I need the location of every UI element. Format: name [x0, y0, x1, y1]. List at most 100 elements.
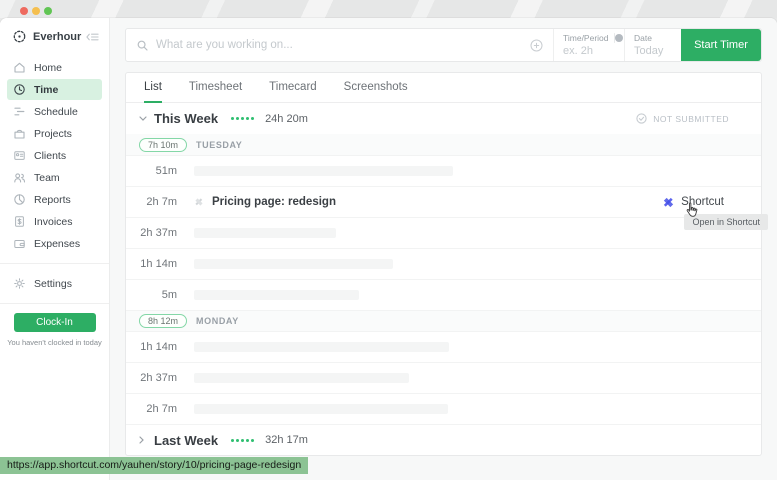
- team-icon: [13, 171, 26, 184]
- view-tabs: List Timesheet Timecard Screenshots: [126, 73, 761, 103]
- search-icon: [136, 39, 149, 52]
- time-entry-row[interactable]: 2h 37m: [126, 362, 761, 393]
- clock-in-button[interactable]: Clock-In: [13, 313, 96, 332]
- close-window-button[interactable]: [20, 7, 28, 15]
- entry-title: Pricing page: redesign: [212, 196, 336, 208]
- time-entry-row[interactable]: 2h 7m: [126, 393, 761, 424]
- timer-toolbar: Time/Period ex. 2h Date Today Start Time…: [125, 28, 762, 62]
- expenses-icon: [13, 237, 26, 250]
- projects-icon: [13, 127, 26, 140]
- entry-duration: 1h 14m: [140, 258, 177, 270]
- sidebar-item-label: Reports: [34, 193, 71, 206]
- week-group-last-week[interactable]: Last Week 32h 17m: [126, 424, 761, 455]
- window-titlebar: [0, 0, 777, 18]
- sidebar-item-label: Home: [34, 61, 63, 74]
- sidebar-item-label: Team: [34, 171, 60, 184]
- time-entry-row[interactable]: 1h 14m: [126, 331, 761, 362]
- day-header-monday: 8h 12m MONDAY: [126, 310, 761, 331]
- tab-screenshots[interactable]: Screenshots: [344, 73, 408, 103]
- sidebar-item-home[interactable]: Home: [7, 57, 102, 78]
- sidebar: Everhour Home Time Schedule Projects Cli…: [0, 18, 110, 480]
- sidebar-item-reports[interactable]: Reports: [7, 189, 102, 210]
- brand: Everhour: [0, 30, 109, 43]
- task-search-input[interactable]: [156, 39, 530, 51]
- time-entry-row-pricing-page[interactable]: 2h 7m Pricing page: redesign Shortcut Op…: [126, 186, 768, 230]
- minimize-window-button[interactable]: [32, 7, 40, 15]
- time-list-card: List Timesheet Timecard Screenshots This…: [125, 72, 768, 456]
- entry-placeholder-bar: [194, 373, 409, 383]
- time-entry-row[interactable]: 51m: [126, 155, 761, 186]
- entry-placeholder-bar: [194, 342, 449, 352]
- task-search: [126, 29, 553, 61]
- time-period-field[interactable]: Time/Period ex. 2h: [554, 29, 624, 61]
- week-activity-dots: [231, 117, 256, 120]
- traffic-lights: [20, 7, 52, 15]
- entry-placeholder-bar: [194, 259, 393, 269]
- sidebar-item-team[interactable]: Team: [7, 167, 102, 188]
- time-entry-row[interactable]: 1h 14m: [126, 248, 761, 279]
- main-area: Time/Period ex. 2h Date Today Start Time…: [110, 18, 777, 480]
- entry-duration: 2h 7m: [146, 196, 177, 208]
- sidebar-item-settings[interactable]: Settings: [7, 273, 102, 294]
- home-icon: [13, 61, 26, 74]
- week-total: 32h 17m: [265, 434, 308, 446]
- sidebar-item-projects[interactable]: Projects: [7, 123, 102, 144]
- sidebar-item-label: Expenses: [34, 237, 81, 250]
- week-title: Last Week: [154, 432, 219, 448]
- sidebar-item-time[interactable]: Time: [7, 79, 102, 100]
- sidebar-item-schedule[interactable]: Schedule: [7, 101, 102, 122]
- entry-placeholder-bar: [194, 228, 336, 238]
- entry-duration: 1h 14m: [140, 341, 177, 353]
- clock-in-note: You haven't clocked in today: [7, 338, 102, 347]
- week-total: 24h 20m: [265, 112, 308, 125]
- time-period-toggle[interactable]: [613, 33, 623, 43]
- chevron-down-icon: [139, 116, 147, 121]
- entry-placeholder-bar: [194, 404, 448, 414]
- app-window: Everhour Home Time Schedule Projects Cli…: [0, 18, 777, 480]
- clients-icon: [13, 149, 26, 162]
- day-name: MONDAY: [196, 316, 239, 326]
- shortcut-logo-icon: [662, 196, 675, 209]
- tab-list[interactable]: List: [144, 73, 162, 103]
- week-activity-dots: [231, 438, 256, 442]
- zoom-window-button[interactable]: [44, 7, 52, 15]
- day-name: TUESDAY: [196, 139, 243, 150]
- date-field[interactable]: Date Today: [625, 29, 681, 61]
- invoices-icon: [13, 215, 26, 228]
- entry-placeholder-bar: [194, 290, 359, 300]
- tab-timesheet[interactable]: Timesheet: [189, 73, 242, 103]
- day-header-tuesday: 7h 10m TUESDAY: [126, 134, 761, 155]
- time-period-label: Time/Period: [563, 33, 609, 43]
- shortcut-story-icon-muted: [194, 197, 204, 207]
- mouse-cursor-hand-icon: [685, 202, 700, 224]
- sidebar-item-label: Settings: [34, 277, 72, 290]
- time-entry-row[interactable]: 2h 37m: [126, 217, 761, 248]
- add-task-icon[interactable]: [530, 39, 543, 52]
- sidebar-item-label: Invoices: [34, 215, 73, 228]
- sidebar-divider: [0, 303, 109, 304]
- brand-name: Everhour: [33, 30, 82, 43]
- toggle-knob: [614, 34, 623, 42]
- submission-status: NOT SUBMITTED: [635, 112, 729, 125]
- time-entry-row[interactable]: 5m: [126, 279, 761, 310]
- sidebar-item-clients[interactable]: Clients: [7, 145, 102, 166]
- entry-placeholder-bar: [194, 166, 453, 176]
- gear-icon: [13, 277, 26, 290]
- week-title: This Week: [154, 111, 219, 126]
- sidebar-item-invoices[interactable]: Invoices: [7, 211, 102, 232]
- time-input-placeholder[interactable]: ex. 2h: [563, 45, 615, 57]
- tab-timecard[interactable]: Timecard: [269, 73, 317, 103]
- chevron-right-icon: [139, 436, 147, 444]
- date-label: Date: [634, 33, 652, 43]
- sidebar-item-label: Time: [34, 83, 59, 96]
- day-total-badge: 8h 12m: [139, 314, 188, 328]
- date-value[interactable]: Today: [634, 45, 672, 57]
- start-timer-button[interactable]: Start Timer: [681, 29, 761, 61]
- sidebar-item-expenses[interactable]: Expenses: [7, 233, 102, 254]
- entry-duration: 5m: [161, 289, 177, 301]
- sidebar-nav: Home Time Schedule Projects Clients Team: [0, 57, 109, 304]
- collapse-sidebar-icon[interactable]: [86, 30, 99, 43]
- week-group-this-week[interactable]: This Week 24h 20m NOT SUBMITTED: [126, 103, 761, 134]
- everhour-logo-icon: [13, 30, 26, 43]
- day-total-badge: 7h 10m: [139, 137, 188, 152]
